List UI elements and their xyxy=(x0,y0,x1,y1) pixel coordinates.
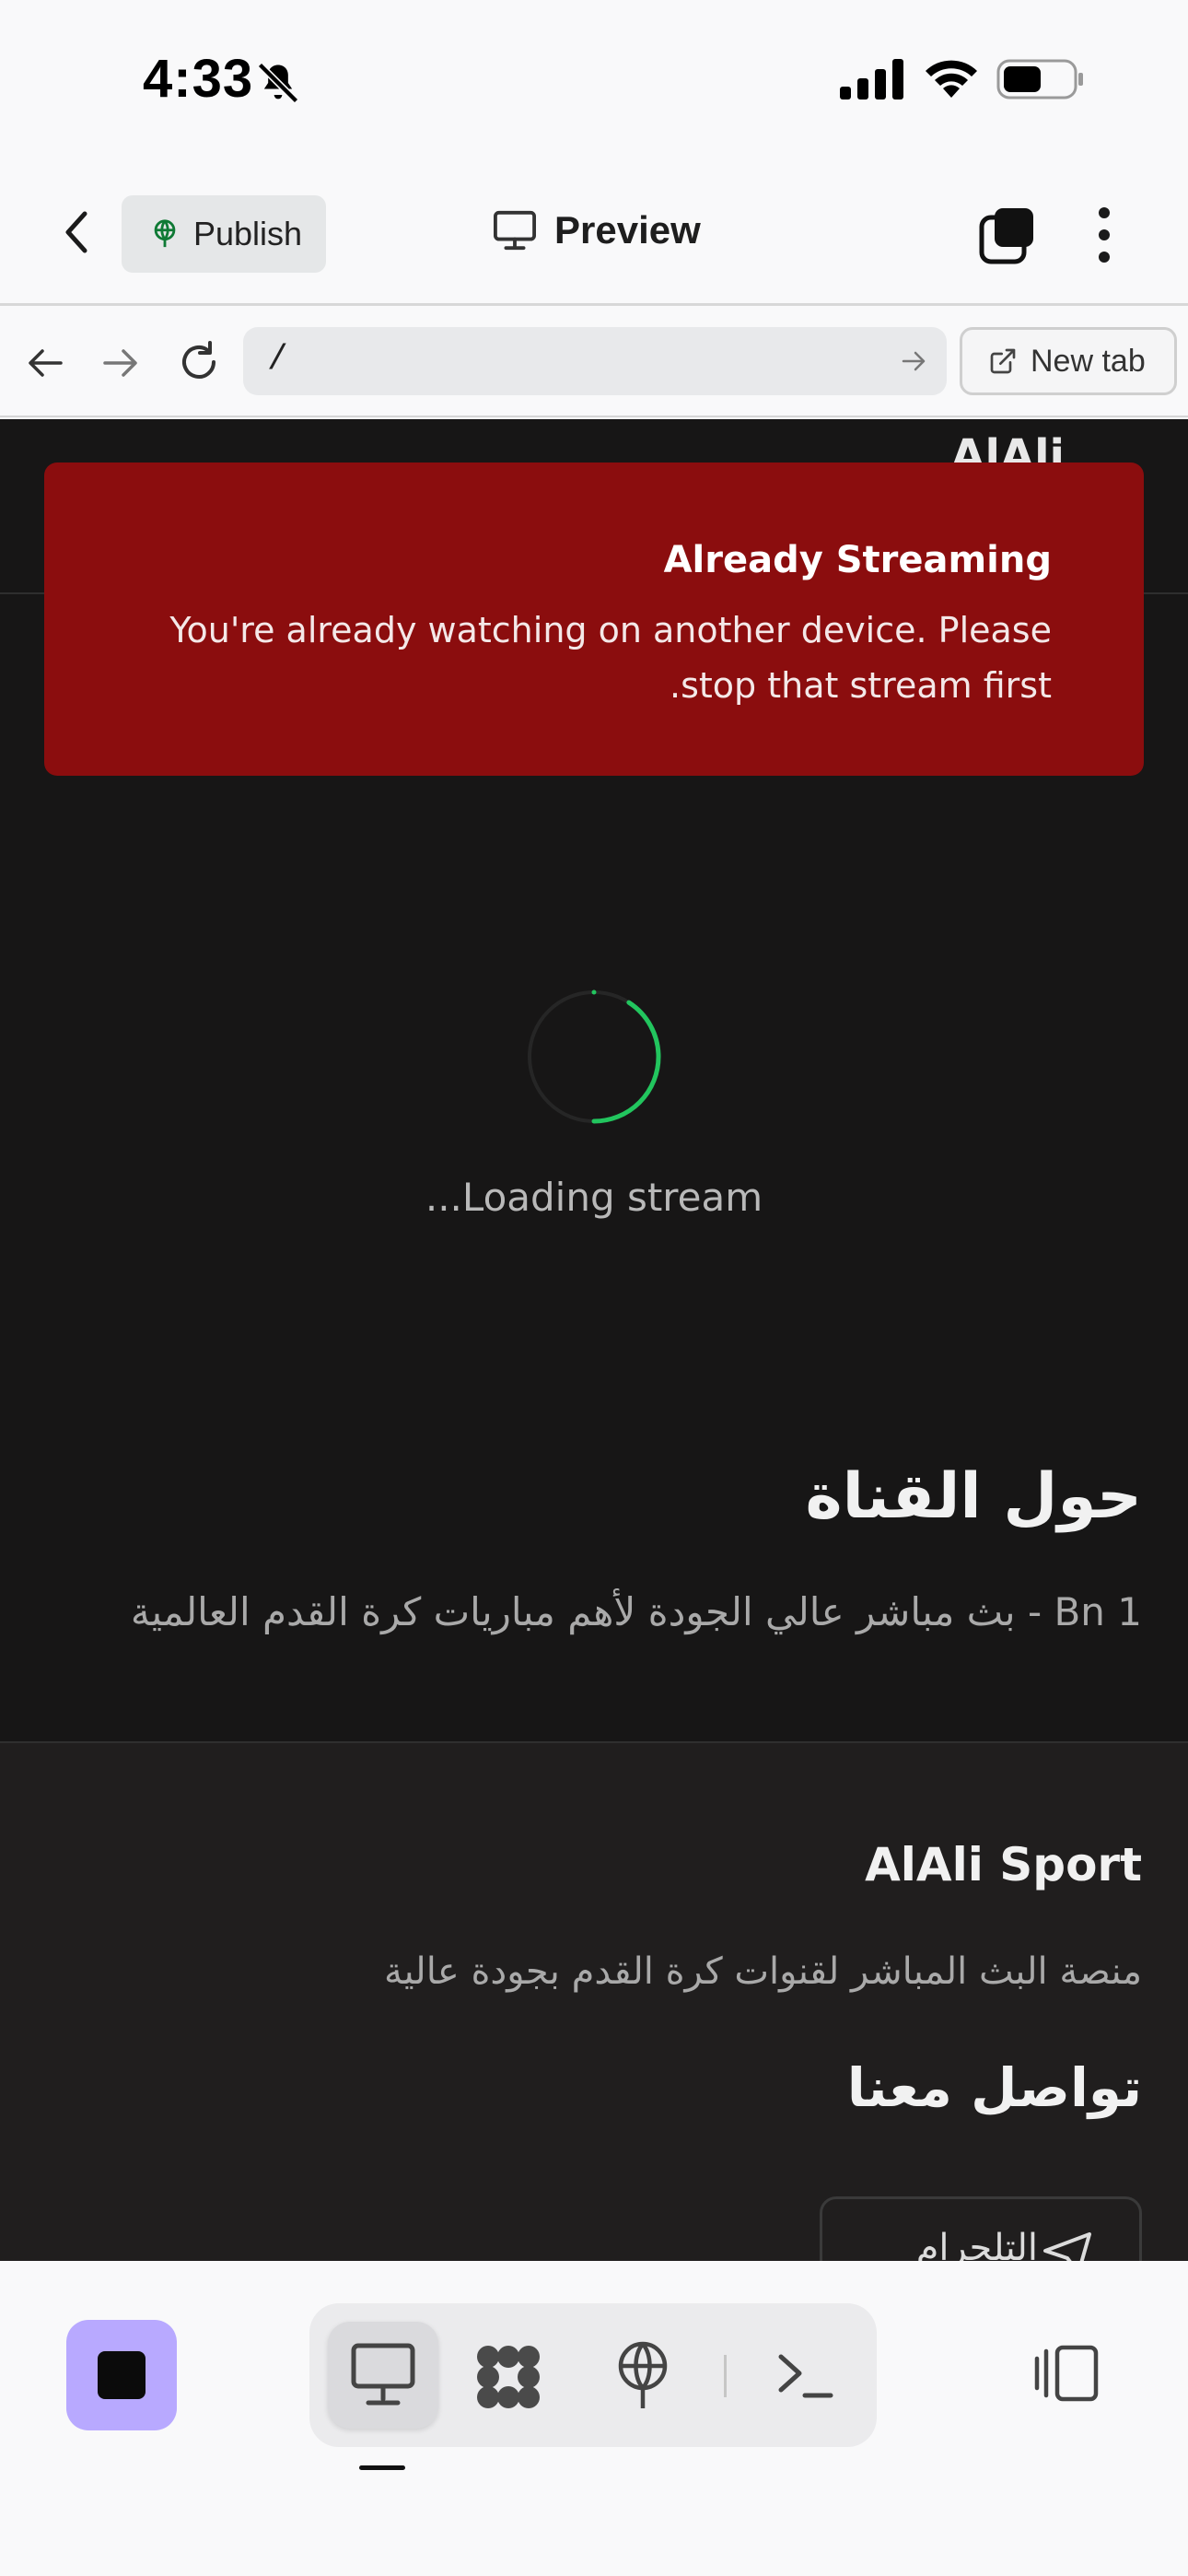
loading-spinner xyxy=(528,989,661,1124)
footer-brand: AlAli Sport xyxy=(865,1838,1142,1891)
chevron-left-icon[interactable] xyxy=(55,208,99,256)
about-title: حول القناة xyxy=(805,1460,1142,1533)
app-toolbar: Publish Preview xyxy=(0,157,1188,306)
url-input[interactable]: / xyxy=(243,327,947,395)
stop-icon xyxy=(98,2351,146,2399)
publish-button[interactable]: Publish xyxy=(122,195,326,273)
wifi-icon xyxy=(926,60,977,98)
panel-icon[interactable] xyxy=(1033,2344,1100,2403)
about-text: Bn 1 - بث مباشر عالي الجودة لأهم مباريات… xyxy=(130,1589,1142,1634)
active-tab-indicator xyxy=(359,2465,405,2470)
bottom-bar xyxy=(0,2261,1188,2576)
error-toast[interactable]: Already Streaming You're already watchin… xyxy=(44,463,1144,776)
desktop-view-button[interactable] xyxy=(328,2322,438,2429)
reload-icon[interactable] xyxy=(177,340,221,384)
view-switcher xyxy=(309,2303,877,2447)
web-content: AlAli Already Streaming You're already w… xyxy=(0,419,1188,2261)
address-bar: / New tab xyxy=(0,309,1188,417)
send-icon xyxy=(1043,2232,1091,2261)
arrow-left-icon[interactable] xyxy=(26,344,64,382)
more-vertical-icon[interactable] xyxy=(1083,205,1125,265)
external-link-icon xyxy=(990,348,1016,374)
footer-description: منصة البث المباشر لقنوات كرة القدم بجودة… xyxy=(384,1950,1142,1993)
site-footer: AlAli Sport منصة البث المباشر لقنوات كرة… xyxy=(0,1741,1188,2261)
toolbar-divider xyxy=(724,2355,727,2397)
globe-publish-icon[interactable] xyxy=(613,2340,672,2410)
telegram-label: التلجرام xyxy=(915,2227,1038,2261)
new-tab-button[interactable]: New tab xyxy=(960,327,1177,395)
monitor-icon xyxy=(351,2343,415,2406)
preview-selector[interactable]: Preview xyxy=(492,208,701,252)
preview-label: Preview xyxy=(554,208,701,252)
status-bar: 4:33 xyxy=(0,0,1188,157)
contact-title: تواصل معنا xyxy=(846,2056,1142,2119)
toast-title: Already Streaming xyxy=(663,539,1052,581)
new-tab-label: New tab xyxy=(1031,343,1146,379)
monitor-icon xyxy=(494,210,536,251)
blocks-icon[interactable] xyxy=(473,2342,543,2412)
go-arrow-icon[interactable] xyxy=(901,347,928,375)
toast-message: You're already watching on another devic… xyxy=(169,610,1052,706)
loading-text: Loading stream... xyxy=(425,1175,763,1220)
terminal-icon[interactable] xyxy=(775,2348,834,2403)
arrow-right-icon[interactable] xyxy=(101,344,140,382)
globe-icon xyxy=(154,219,176,248)
tabs-icon[interactable] xyxy=(978,206,1037,265)
status-time: 4:33 xyxy=(143,49,254,109)
battery-icon xyxy=(996,59,1083,100)
stop-button[interactable] xyxy=(66,2320,177,2430)
telegram-button[interactable]: التلجرام xyxy=(820,2196,1142,2261)
signal-icon xyxy=(840,59,903,100)
url-text: / xyxy=(267,340,288,380)
publish-label: Publish xyxy=(193,215,303,252)
bell-slash-icon xyxy=(257,62,299,104)
